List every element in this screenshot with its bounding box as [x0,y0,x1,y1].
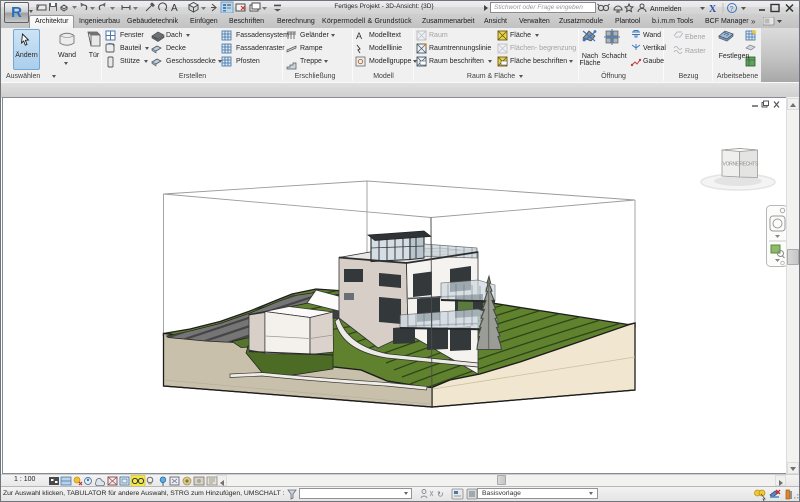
svg-text:?: ? [730,6,734,13]
svg-text:↻: ↻ [437,490,444,499]
svg-text:X: X [709,4,717,14]
svg-text:RECHTS: RECHTS [739,162,759,168]
svg-text:Anmelden: Anmelden [650,6,682,13]
svg-text:VORNE: VORNE [723,162,740,168]
svg-text:A: A [171,3,178,13]
svg-text:A: A [356,31,362,41]
